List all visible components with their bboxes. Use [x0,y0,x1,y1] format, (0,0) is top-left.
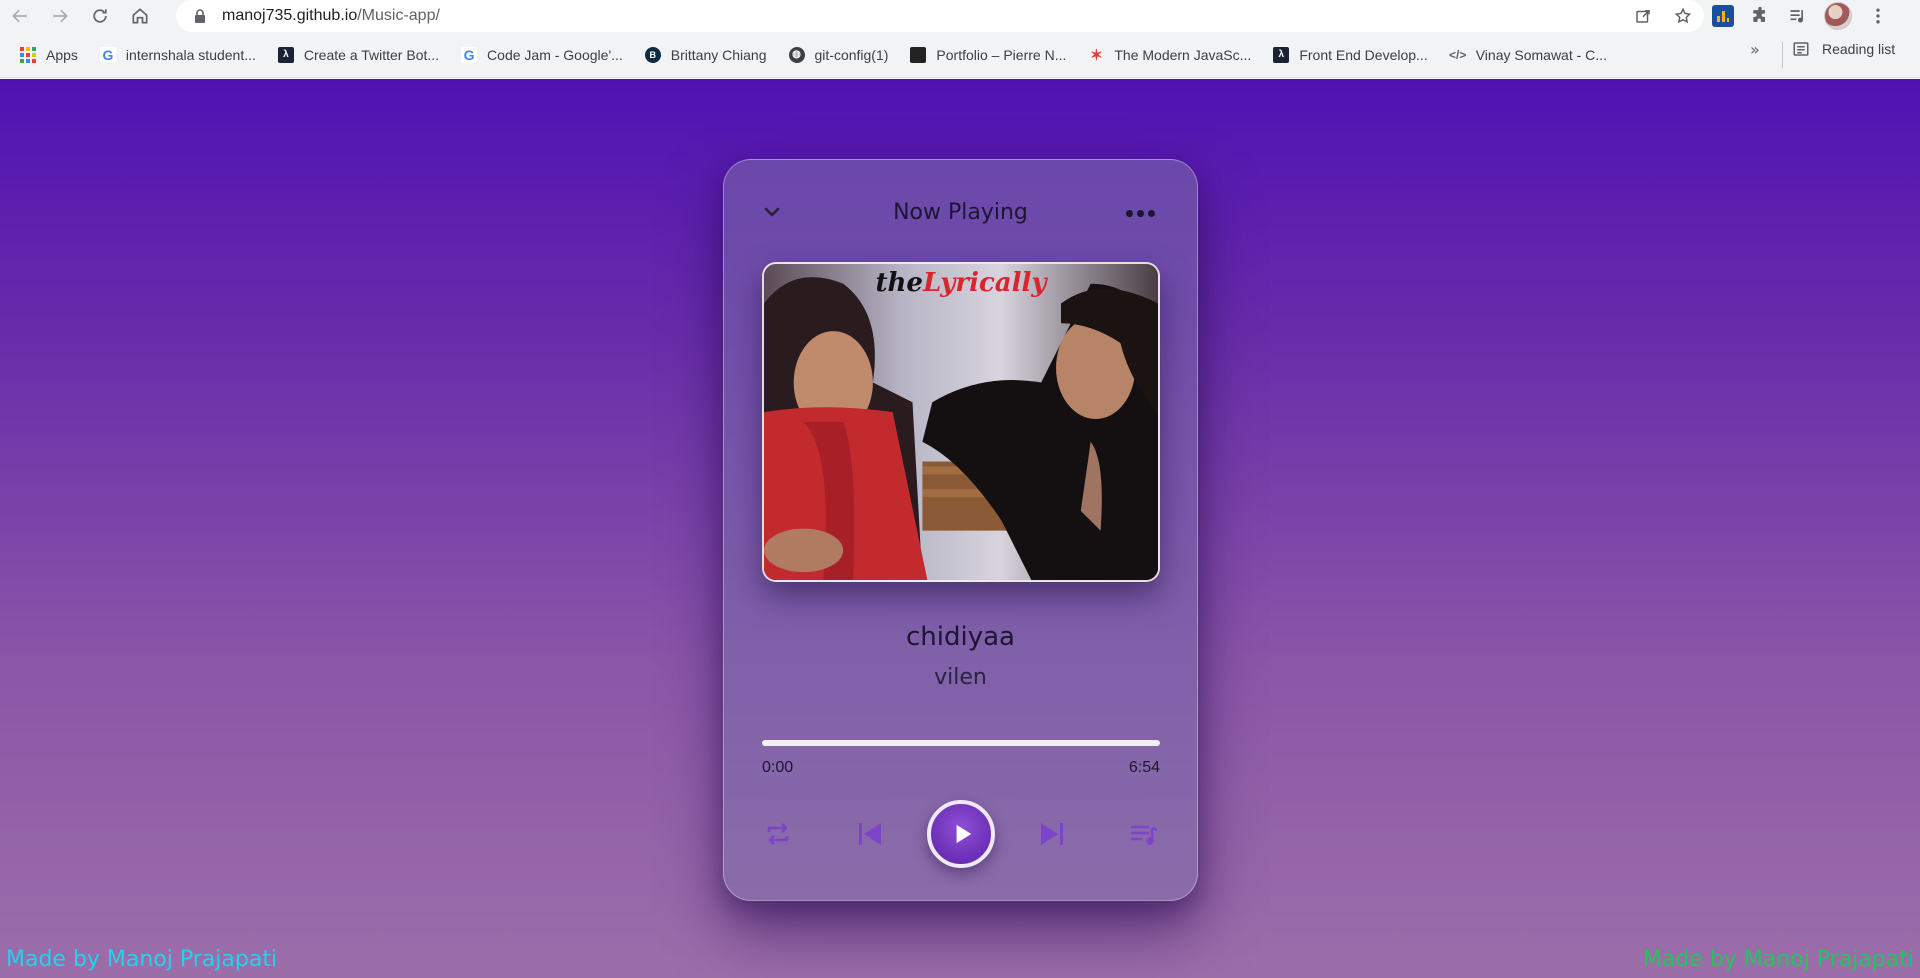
code-icon: </> [1449,47,1467,62]
reload-icon [93,9,107,23]
reading-list-icon [1793,42,1809,56]
star-icon[interactable] [1674,7,1692,25]
next-button[interactable] [1036,818,1068,850]
profile-avatar[interactable] [1824,2,1852,30]
arrow-right-icon [53,9,68,23]
bookmark-label: Code Jam - Google'... [487,46,623,63]
lambda-icon: λ [1273,46,1290,63]
lambda-icon: λ [277,46,294,63]
apps-grid-icon [20,46,36,63]
player-header: Now Playing [724,188,1197,238]
dark-square-icon [910,46,927,63]
bookmark-label: Apps [46,46,78,63]
skip-previous-icon [859,823,881,845]
bookmark-apps[interactable]: Apps [12,40,86,70]
analytics-extension-icon[interactable] [1712,5,1734,27]
arrow-left-icon [12,9,27,23]
bookmark-label: Vinay Somawat - C... [1475,46,1607,63]
kebab-menu-icon[interactable] [1866,4,1890,28]
bookmarks-divider [1782,42,1783,68]
address-bar[interactable]: manoj735.github.io/Music-app/ [176,0,1704,32]
b-logo-icon: B [644,46,661,63]
reading-list-label: Reading list [1822,41,1896,57]
song-title: chidiyaa [906,622,1015,652]
album-cover-art [764,264,1158,580]
more-options-icon[interactable] [1126,210,1155,217]
bookmark-portfolio[interactable]: Portfolio – Pierre N... [902,40,1074,70]
media-queue-icon[interactable] [1786,4,1810,28]
back-button[interactable] [0,0,40,32]
cover-logo-part2: Lyrically [922,268,1047,298]
share-icon[interactable] [1634,7,1652,25]
bookmark-brittany-chiang[interactable]: B Brittany Chiang [637,40,775,70]
play-icon [956,824,972,844]
globe-icon: ◍ [788,46,805,63]
bookmark-front-end[interactable]: λ Front End Develop... [1265,40,1435,70]
progress-bar[interactable] [762,740,1160,746]
previous-button[interactable] [854,818,886,850]
forward-button[interactable] [40,0,80,32]
lock-icon [195,9,205,23]
skip-next-icon [1041,823,1063,845]
bookmark-git-config[interactable]: ◍ git-config(1) [781,40,897,70]
reading-list-button[interactable]: Reading list [1792,40,1895,58]
song-artist: vilen [934,665,987,690]
bookmarks-bar: Apps G internshala student... λ Create a… [0,32,1920,78]
home-button[interactable] [120,0,160,32]
bookmark-label: Brittany Chiang [670,46,767,63]
bookmarks-overflow-button[interactable]: » [1750,40,1760,59]
home-icon [132,8,148,24]
bookmark-twitter-bot[interactable]: λ Create a Twitter Bot... [270,40,447,70]
repeat-button[interactable] [762,818,794,850]
music-player-card: Now Playing theLyrically chidiyaa vilen … [723,159,1198,901]
cover-logo-part1: the [875,268,923,298]
cover-logo: theLyrically [764,268,1158,298]
bookmark-vinay[interactable]: </> Vinay Somawat - C... [1442,40,1615,70]
bookmark-label: Create a Twitter Bot... [303,46,440,63]
reload-button[interactable] [80,0,120,32]
bookmark-modern-js[interactable]: ✶ The Modern JavaSc... [1080,40,1259,70]
puzzle-extensions-icon[interactable] [1748,4,1772,28]
queue-music-icon [1131,825,1158,845]
google-icon: G [461,46,478,63]
play-button[interactable] [927,800,995,868]
bookmark-label: git-config(1) [814,46,889,63]
playback-controls [724,794,1197,874]
bookmark-label: internshala student... [125,46,256,63]
repeat-icon [767,823,789,845]
url-host: manoj735.github.io [222,7,358,24]
bookmark-label: Front End Develop... [1299,46,1428,63]
credit-left: Made by Manoj Prajapati [6,947,278,972]
album-cover: theLyrically [762,262,1160,582]
figure-icon: ✶ [1090,46,1103,64]
google-icon: G [99,46,116,63]
url-path: /Music-app/ [357,7,440,24]
bookmark-code-jam[interactable]: G Code Jam - Google'... [453,40,631,70]
bookmark-internshala[interactable]: G internshala student... [92,40,264,70]
page-background: Now Playing theLyrically chidiyaa vilen … [0,79,1920,978]
playlist-button[interactable] [1128,818,1160,850]
bookmark-label: The Modern JavaSc... [1114,46,1252,63]
total-time: 6:54 [1128,759,1160,776]
current-time: 0:00 [762,759,794,776]
browser-toolbar: manoj735.github.io/Music-app/ [0,0,1920,32]
url-text: manoj735.github.io/Music-app/ [222,7,440,25]
bookmark-label: Portfolio – Pierre N... [936,46,1067,63]
credit-right: Made by Manoj Prajapati [1642,947,1914,972]
